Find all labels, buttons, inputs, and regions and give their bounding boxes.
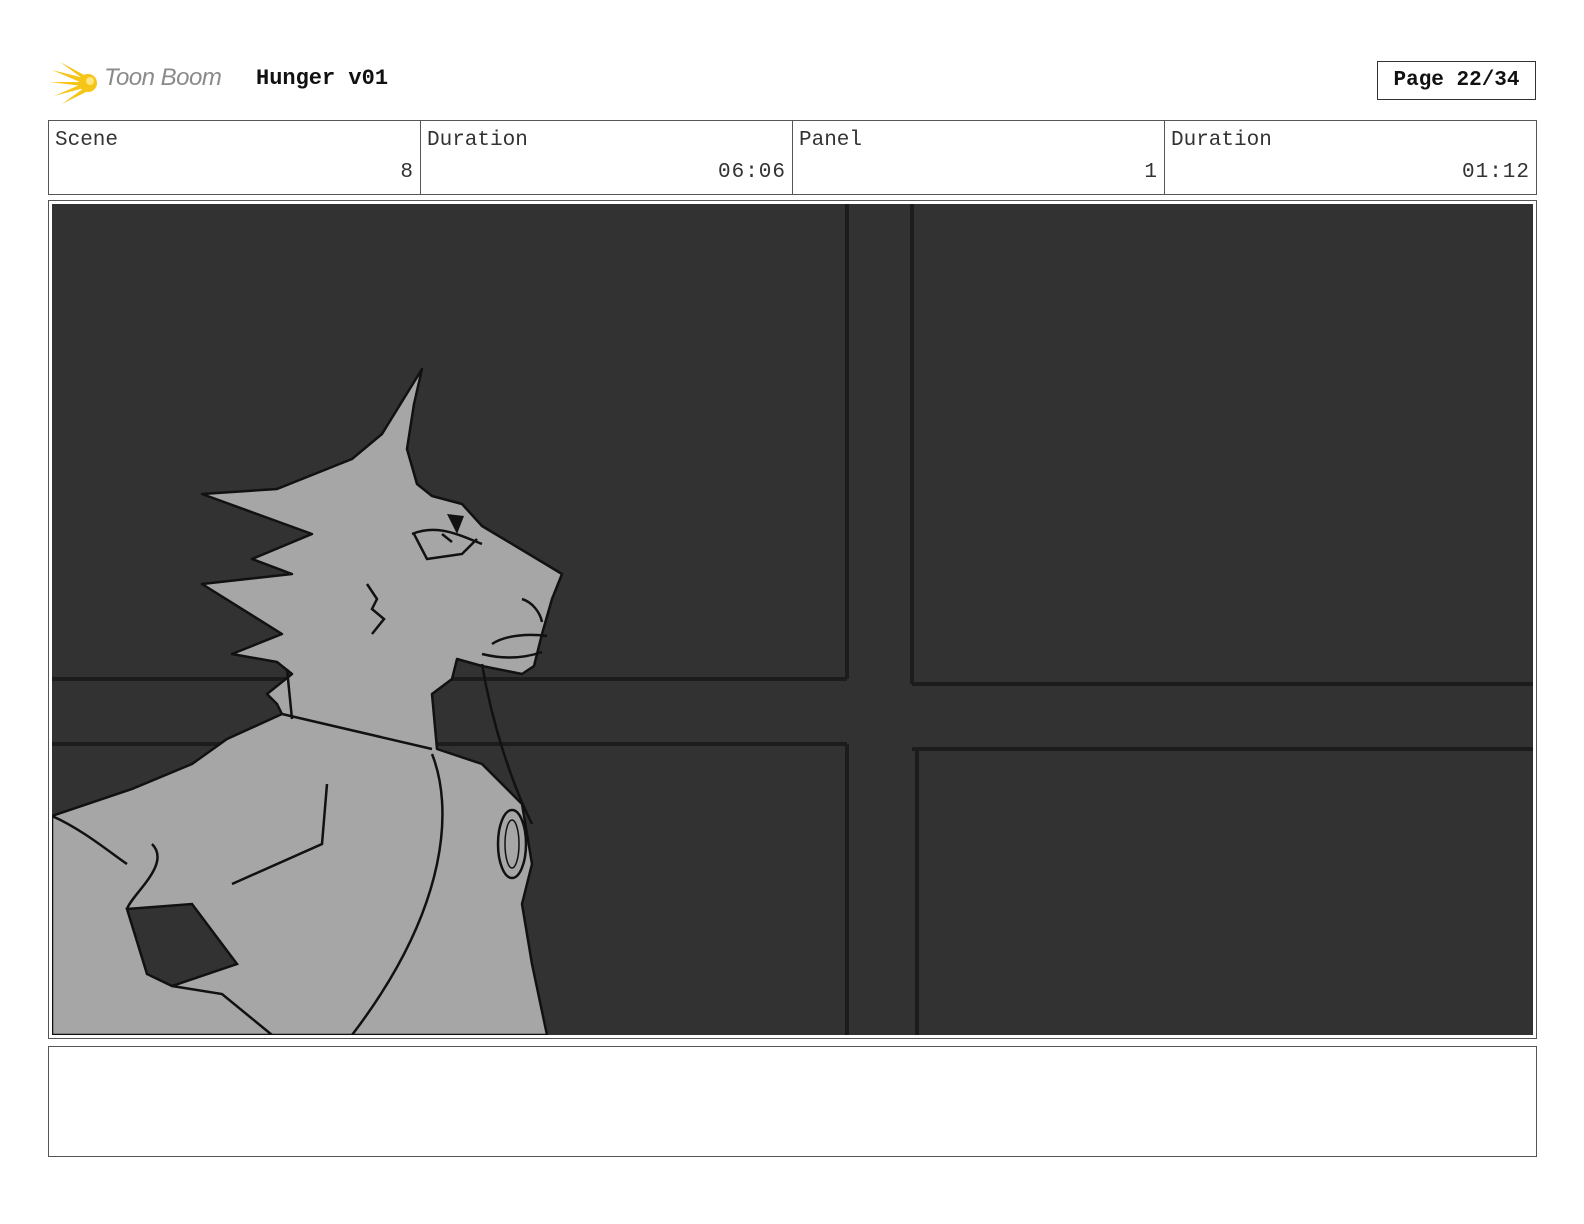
panel-duration-label: Duration bbox=[1171, 129, 1272, 152]
scene-cell: Scene 8 bbox=[49, 121, 421, 194]
panel-value: 1 bbox=[1144, 161, 1158, 184]
scene-info-table: Scene 8 Duration 06:06 Panel 1 Duration … bbox=[48, 120, 1537, 195]
project-title: Hunger v01 bbox=[256, 66, 389, 91]
logo-text: Toon Boom bbox=[104, 64, 222, 91]
panel-duration-value: 01:12 bbox=[1461, 161, 1530, 184]
scene-value: 8 bbox=[400, 161, 414, 184]
panel-duration-cell: Duration 01:12 bbox=[1165, 121, 1536, 194]
scene-label: Scene bbox=[55, 129, 119, 152]
page-number: Page 22/34 bbox=[1377, 61, 1536, 100]
panel-cell: Panel 1 bbox=[793, 121, 1165, 194]
panel-label: Panel bbox=[799, 129, 863, 152]
storyboard-sketch bbox=[52, 204, 1533, 1035]
panel-image bbox=[52, 204, 1533, 1035]
scene-duration-cell: Duration 06:06 bbox=[421, 121, 793, 194]
panel-frame bbox=[48, 200, 1537, 1039]
scene-duration-value: 06:06 bbox=[717, 161, 786, 184]
character-figure bbox=[52, 367, 564, 1035]
scene-duration-label: Duration bbox=[427, 129, 528, 152]
panel-notes-box[interactable] bbox=[48, 1046, 1537, 1157]
storyboard-page: Toon Boom Hunger v01 Page 22/34 Scene 8 … bbox=[0, 0, 1584, 1224]
